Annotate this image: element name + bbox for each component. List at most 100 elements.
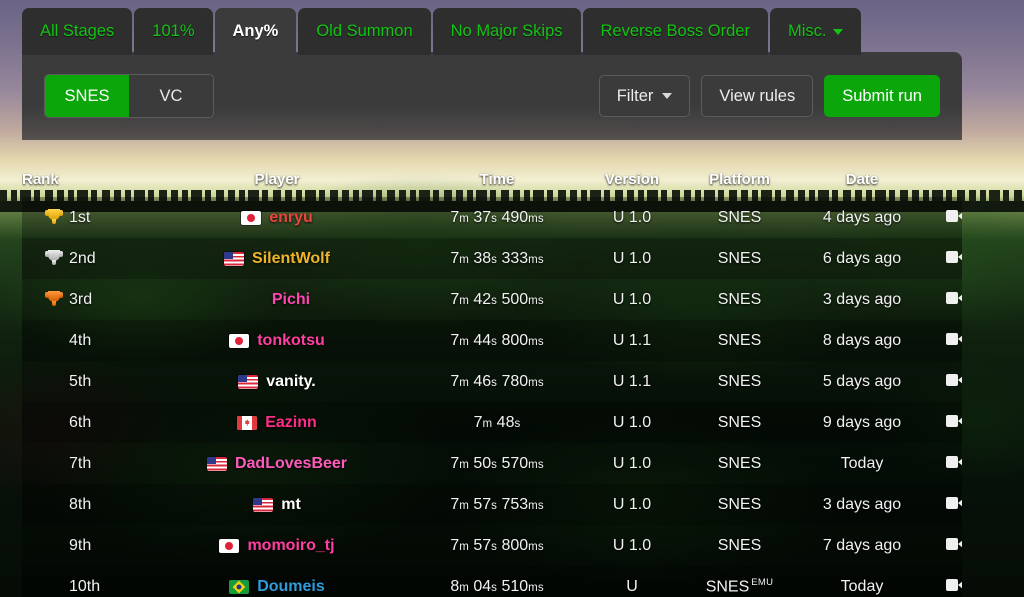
tab-label: Misc.: [787, 22, 827, 40]
video-camera-icon[interactable]: [946, 496, 962, 509]
cell-player: tonkotsu: [142, 320, 412, 361]
table-row[interactable]: 8th mt 7m 57s 753ms U 1.0 SNES 3 days ago: [22, 484, 962, 525]
player-name-link[interactable]: Pichi: [272, 291, 310, 309]
table-row[interactable]: 7th DadLovesBeer 7m 50s 570ms U 1.0 SNES Toda…: [22, 443, 962, 484]
player-name-link[interactable]: Doumeis: [257, 578, 325, 596]
video-camera-icon[interactable]: [946, 332, 962, 345]
table-row[interactable]: 9th momoiro_tj 7m 57s 800ms U 1.0 SNES 7 days…: [22, 525, 962, 566]
table-row[interactable]: 2nd SilentWolf 7m 38s 333ms U 1.0 SNES 6 days…: [22, 238, 962, 279]
player-name-link[interactable]: mt: [281, 496, 301, 514]
tab-any[interactable]: Any%: [214, 8, 297, 55]
tab-reverse-boss-order[interactable]: Reverse Boss Order: [582, 8, 768, 55]
flag-br-icon: [229, 579, 250, 594]
platform-value: SNES: [717, 249, 762, 267]
table-row[interactable]: 5th vanity. 7m 46s 780ms U 1.1 SNES 5 days ag…: [22, 361, 962, 402]
flag-us-icon: [224, 251, 245, 266]
cell-rank: 10th: [22, 566, 142, 597]
cell-date: 4 days ago: [797, 197, 927, 238]
rank-label: 5th: [69, 372, 92, 390]
view-rules-button[interactable]: View rules: [701, 75, 814, 117]
platform-value: SNES: [717, 372, 762, 390]
cell-version: U 1.0: [582, 402, 682, 443]
cell-time: 7m 50s 570ms: [412, 443, 582, 484]
player-name-link[interactable]: enryu: [269, 209, 313, 227]
video-camera-icon[interactable]: [946, 537, 962, 550]
rank-label: 4th: [69, 331, 92, 349]
cell-rank: 5th: [22, 361, 142, 402]
submit-run-button[interactable]: Submit run: [824, 75, 940, 117]
filter-button[interactable]: Filter: [598, 75, 691, 117]
cell-player: Eazinn: [142, 402, 412, 443]
cell-video: [927, 484, 962, 525]
cell-player: momoiro_tj: [142, 525, 412, 566]
cell-platform: SNES: [682, 197, 797, 238]
leaderboard-table-container: Rank Player Time Version Platform Date 1…: [22, 140, 962, 597]
cell-player: mt: [142, 484, 412, 525]
rank-cell: 2nd: [36, 250, 141, 268]
cell-date: 3 days ago: [797, 279, 927, 320]
tab-101[interactable]: 101%: [134, 8, 213, 55]
cell-video: [927, 197, 962, 238]
table-row[interactable]: 10th Doumeis 8m 04s 510ms U SNES EMU Today: [22, 566, 962, 597]
cell-player: vanity.: [142, 361, 412, 402]
player-cell: SilentWolf: [143, 250, 411, 268]
time-value: 7m 38s 333ms: [450, 249, 544, 267]
player-name-link[interactable]: vanity.: [266, 373, 316, 391]
platform-value: SNES: [717, 536, 762, 554]
tab-old-summon[interactable]: Old Summon: [298, 8, 431, 55]
column-header-rank[interactable]: Rank: [22, 140, 142, 197]
player-name-link[interactable]: tonkotsu: [257, 332, 325, 350]
platform-filter-segmented-control[interactable]: SNES VC: [44, 74, 214, 118]
cell-date: 3 days ago: [797, 484, 927, 525]
cell-date: 5 days ago: [797, 361, 927, 402]
column-header-player[interactable]: Player: [142, 140, 412, 197]
video-camera-icon[interactable]: [946, 373, 962, 386]
cell-date: 8 days ago: [797, 320, 927, 361]
tab-label: All Stages: [40, 22, 115, 40]
emulator-badge: EMU: [751, 576, 774, 588]
player-name-link[interactable]: DadLovesBeer: [235, 455, 347, 473]
cell-rank: 7th: [22, 443, 142, 484]
player-cell: enryu: [143, 209, 411, 227]
video-camera-icon[interactable]: [946, 209, 962, 222]
platform-segment-snes[interactable]: SNES: [45, 75, 129, 117]
time-value: 7m 48s: [473, 413, 521, 431]
video-camera-icon[interactable]: [946, 455, 962, 468]
player-name-link[interactable]: SilentWolf: [252, 250, 330, 268]
video-camera-icon[interactable]: [946, 250, 962, 263]
rank-label: 9th: [69, 536, 92, 554]
cell-platform: SNES: [682, 443, 797, 484]
video-camera-icon[interactable]: [946, 291, 962, 304]
column-header-date[interactable]: Date: [797, 140, 927, 197]
rank-cell: 3rd: [36, 291, 141, 309]
table-row[interactable]: 4th tonkotsu 7m 44s 800ms U 1.1 SNES 8 days a…: [22, 320, 962, 361]
cell-version: U: [582, 566, 682, 597]
platform-value: SNES: [717, 290, 762, 308]
column-header-version[interactable]: Version: [582, 140, 682, 197]
video-camera-icon[interactable]: [946, 414, 962, 427]
tab-misc[interactable]: Misc.: [769, 8, 862, 55]
flag-us-icon: [206, 456, 227, 471]
cell-time: 7m 48s: [412, 402, 582, 443]
cell-time: 7m 42s 500ms: [412, 279, 582, 320]
table-row[interactable]: 3rd Pichi 7m 42s 500ms U 1.0 SNES 3 days ago: [22, 279, 962, 320]
tab-all-stages[interactable]: All Stages: [22, 8, 133, 55]
table-row[interactable]: 1st enryu 7m 37s 490ms U 1.0 SNES 4 days ago: [22, 197, 962, 238]
column-header-time[interactable]: Time: [412, 140, 582, 197]
cell-time: 7m 37s 490ms: [412, 197, 582, 238]
column-header-platform[interactable]: Platform: [682, 140, 797, 197]
cell-video: [927, 525, 962, 566]
flag-jp-icon: [241, 210, 262, 225]
player-name-link[interactable]: momoiro_tj: [247, 537, 334, 555]
rank-label: 2nd: [69, 249, 96, 267]
leaderboard-panel: SNES VC Filter View rules Submit run Rank…: [22, 52, 962, 597]
table-row[interactable]: 6th Eazinn 7m 48s U 1.0 SNES 9 days ago: [22, 402, 962, 443]
video-camera-icon[interactable]: [946, 578, 962, 591]
player-name-link[interactable]: Eazinn: [265, 414, 317, 432]
platform-segment-vc[interactable]: VC: [129, 75, 213, 117]
rank-cell: 4th: [36, 332, 141, 350]
flag-us-icon: [253, 497, 274, 512]
cell-time: 7m 46s 780ms: [412, 361, 582, 402]
rank-label: 1st: [69, 208, 91, 226]
tab-no-major-skips[interactable]: No Major Skips: [432, 8, 581, 55]
